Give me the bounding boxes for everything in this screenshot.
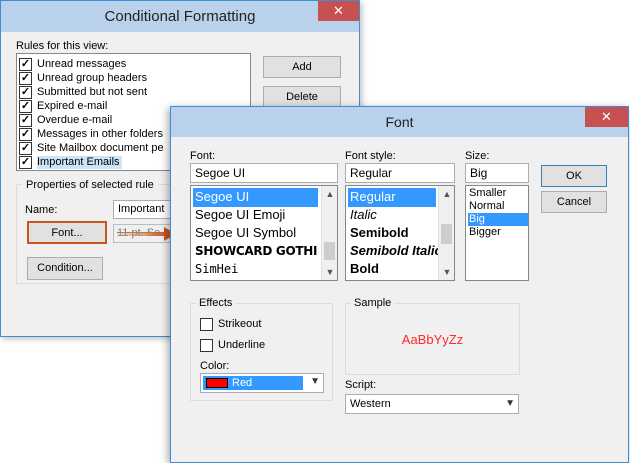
name-label: Name: <box>25 204 58 216</box>
font-dialog: Font ✕ Font: Segoe UI Segoe UI Segoe UI … <box>170 106 629 463</box>
rule-label: Important Emails <box>37 156 122 169</box>
sample-group: AaBbYyZz <box>345 303 520 375</box>
color-swatch <box>206 378 228 388</box>
scroll-up-icon[interactable]: ▲ <box>439 186 454 202</box>
rule-label: Site Mailbox document pe <box>37 142 164 154</box>
rule-label: Unread group headers <box>37 72 148 84</box>
rule-label: Messages in other folders <box>37 128 163 140</box>
font-list-item[interactable]: Segoe UI <box>193 188 318 207</box>
size-input[interactable]: Big <box>465 163 529 183</box>
font-style-label: Font style: <box>345 150 396 162</box>
script-label: Script: <box>345 379 377 391</box>
rule-checkbox[interactable]: ✓ <box>19 156 32 169</box>
chevron-down-icon[interactable]: ▼ <box>310 376 320 387</box>
effects-group-label: Effects <box>196 297 236 309</box>
font-list[interactable]: Segoe UI Segoe UI Emoji Segoe UI Symbol … <box>190 185 338 281</box>
chevron-down-icon[interactable]: ▼ <box>505 398 515 409</box>
script-dropdown[interactable]: Western ▼ <box>345 394 519 414</box>
font-style-input[interactable]: Regular <box>345 163 455 183</box>
font-list-item[interactable]: SimHei <box>193 260 238 279</box>
font-style-list[interactable]: Regular Italic Semibold Semibold Italic … <box>345 185 455 281</box>
color-dropdown[interactable]: Red ▼ <box>200 373 324 393</box>
scrollbar-thumb[interactable] <box>324 242 335 260</box>
font-close-button[interactable]: ✕ <box>585 107 628 127</box>
font-list-item[interactable]: Segoe UI Emoji <box>193 206 285 225</box>
scroll-down-icon[interactable]: ▼ <box>439 264 454 280</box>
font-style-scrollbar[interactable]: ▲ ▼ <box>438 186 454 280</box>
size-list-item[interactable]: Normal <box>468 200 528 213</box>
scrollbar-thumb[interactable] <box>441 224 452 244</box>
font-list-scrollbar[interactable]: ▲ ▼ <box>321 186 337 280</box>
font-button[interactable]: Font... <box>27 221 107 244</box>
close-icon: ✕ <box>601 109 612 124</box>
rule-checkbox[interactable]: ✓ <box>19 86 32 99</box>
rule-checkbox[interactable]: ✓ <box>19 100 32 113</box>
strikeout-label: Strikeout <box>218 318 262 330</box>
scroll-down-icon[interactable]: ▼ <box>322 264 337 280</box>
rule-checkbox[interactable]: ✓ <box>19 72 32 85</box>
underline-checkbox[interactable] <box>200 339 213 352</box>
font-list-item[interactable]: Segoe UI Symbol <box>193 224 296 243</box>
size-list-item[interactable]: Bigger <box>468 226 528 239</box>
rule-checkbox[interactable]: ✓ <box>19 142 32 155</box>
underline-label: Underline <box>218 339 266 351</box>
cancel-button[interactable]: Cancel <box>541 191 607 213</box>
font-style-item[interactable]: Italic <box>348 206 377 225</box>
size-list-item[interactable]: Big <box>468 213 528 226</box>
rules-label: Rules for this view: <box>16 40 109 52</box>
font-label: Font: <box>190 150 216 162</box>
rule-label: Expired e-mail <box>37 100 108 112</box>
rule-checkbox[interactable]: ✓ <box>19 58 32 71</box>
delete-button[interactable]: Delete <box>263 86 341 108</box>
font-style-item[interactable]: Semibold <box>348 224 409 243</box>
font-style-item[interactable]: Bold <box>348 260 379 279</box>
font-style-item[interactable]: Regular <box>348 188 436 207</box>
font-list-item[interactable]: SHOWCARD GOTHI <box>193 242 317 261</box>
cf-close-button[interactable]: ✕ <box>318 1 359 21</box>
color-label: Color: <box>200 360 230 372</box>
color-value: Red <box>232 377 253 389</box>
size-list[interactable]: Smaller Normal Big Bigger <box>465 185 529 281</box>
properties-group-label: Properties of selected rule <box>22 179 158 191</box>
close-icon: ✕ <box>333 3 344 18</box>
sample-text: AaBbYyZz <box>401 332 464 347</box>
cf-dialog-title: Conditional Formatting <box>104 8 256 25</box>
font-dialog-title: Font <box>385 114 414 130</box>
rule-label: Unread messages <box>37 58 127 70</box>
ok-button[interactable]: OK <box>541 165 607 187</box>
size-list-item[interactable]: Smaller <box>468 187 528 200</box>
condition-button[interactable]: Condition... <box>27 257 103 280</box>
rule-checkbox[interactable]: ✓ <box>19 114 32 127</box>
sample-group-label: Sample <box>351 297 395 309</box>
font-name-input[interactable]: Segoe UI <box>190 163 338 183</box>
rule-label: Submitted but not sent <box>37 86 148 98</box>
size-label: Size: <box>465 150 490 162</box>
rule-label: Overdue e-mail <box>37 114 113 126</box>
rule-checkbox[interactable]: ✓ <box>19 128 32 141</box>
annotation-arrow-icon <box>118 227 176 241</box>
strikeout-checkbox[interactable] <box>200 318 213 331</box>
scroll-up-icon[interactable]: ▲ <box>322 186 337 202</box>
font-style-item[interactable]: Semibold Italic <box>348 242 442 261</box>
add-button[interactable]: Add <box>263 56 341 78</box>
script-value: Western <box>350 398 391 410</box>
